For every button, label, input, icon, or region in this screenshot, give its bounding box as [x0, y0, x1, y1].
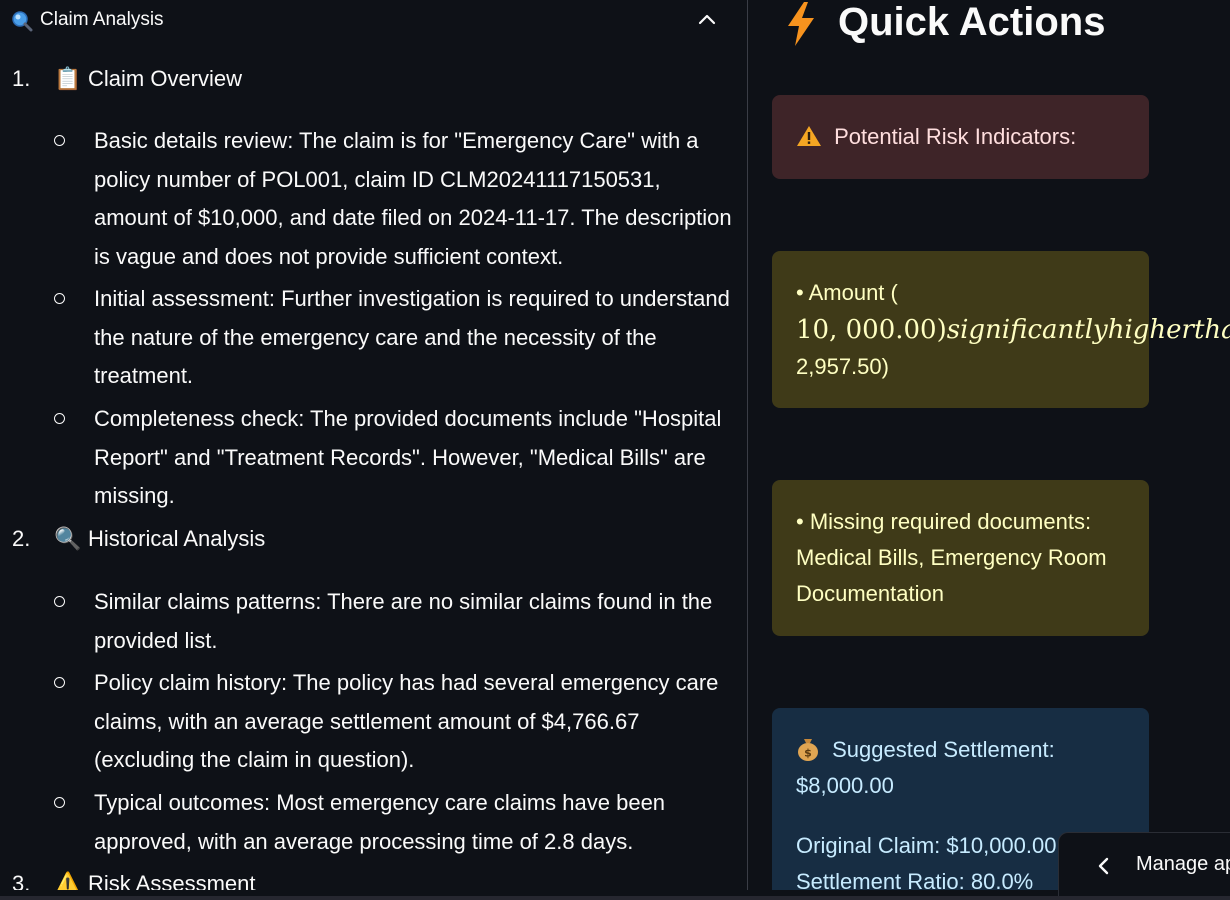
warning-icon: ⚠️: [54, 871, 82, 890]
missing-documents-text: • Missing required documents: Medical Bi…: [796, 509, 1107, 606]
missing-documents-warning: • Missing required documents: Medical Bi…: [772, 480, 1149, 636]
bullet-circle-icon: [54, 293, 65, 304]
warning-icon: [796, 124, 828, 149]
lightning-icon: [786, 2, 816, 56]
amount-warning: • Amount ( 10, 000.00)significantlyhighe…: [772, 251, 1230, 408]
bottom-border: [0, 896, 1230, 900]
amount-warning-line1: • Amount (: [796, 280, 898, 305]
list-item-text: Policy claim history: The policy has had…: [94, 670, 719, 772]
section-title: Risk Assessment: [88, 871, 256, 890]
bullet-circle-icon: [54, 135, 65, 146]
list-item-text: Typical outcomes: Most emergency care cl…: [94, 790, 666, 854]
svg-text:$: $: [804, 747, 812, 760]
risk-indicators-title: Potential Risk Indicators:: [834, 124, 1077, 149]
column-divider: [747, 0, 748, 890]
chevron-up-icon[interactable]: [698, 12, 716, 26]
list-item-text: Similar claims patterns: There are no si…: [94, 589, 713, 653]
bullet-circle-icon: [54, 797, 65, 808]
expander-title: Claim Analysis: [40, 9, 164, 30]
money-bag-icon: $: [796, 737, 826, 762]
manage-app-button[interactable]: Manage app: [1058, 832, 1230, 897]
amount-warning-math: 10, 000.00)significantlyhigherthan: [796, 315, 1230, 345]
amount-warning-line3: 2,957.50): [796, 354, 889, 379]
section-title: Historical Analysis: [88, 526, 266, 551]
bullet-circle-icon: [54, 596, 65, 607]
list-item-text: Basic details review: The claim is for "…: [94, 128, 732, 269]
expander-header[interactable]: Claim Analysis: [0, 0, 747, 40]
magnifier-icon: [10, 9, 34, 38]
list-item-text: Completeness check: The provided documen…: [94, 406, 722, 508]
magnifier-icon: 🔍: [54, 526, 82, 551]
section-number: 1.: [12, 66, 31, 91]
list-item-text: Initial assessment: Further investigatio…: [94, 286, 730, 388]
risk-indicators-alert: Potential Risk Indicators:: [772, 95, 1149, 179]
settlement-amount: $8,000.00: [796, 773, 894, 798]
section-title: Claim Overview: [88, 66, 243, 91]
clipboard-icon: 📋: [54, 66, 82, 91]
section-number: 2.: [12, 526, 31, 551]
settlement-title: Suggested Settlement:: [832, 737, 1055, 762]
bullet-circle-icon: [54, 677, 65, 688]
manage-app-label: Manage app: [1136, 853, 1230, 875]
section-number: 3.: [12, 871, 31, 890]
claim-analysis-expander: Claim Analysis 1. 📋 Claim Overview Basic…: [0, 0, 747, 890]
bullet-circle-icon: [54, 413, 65, 424]
chevron-left-icon: [1097, 857, 1109, 880]
